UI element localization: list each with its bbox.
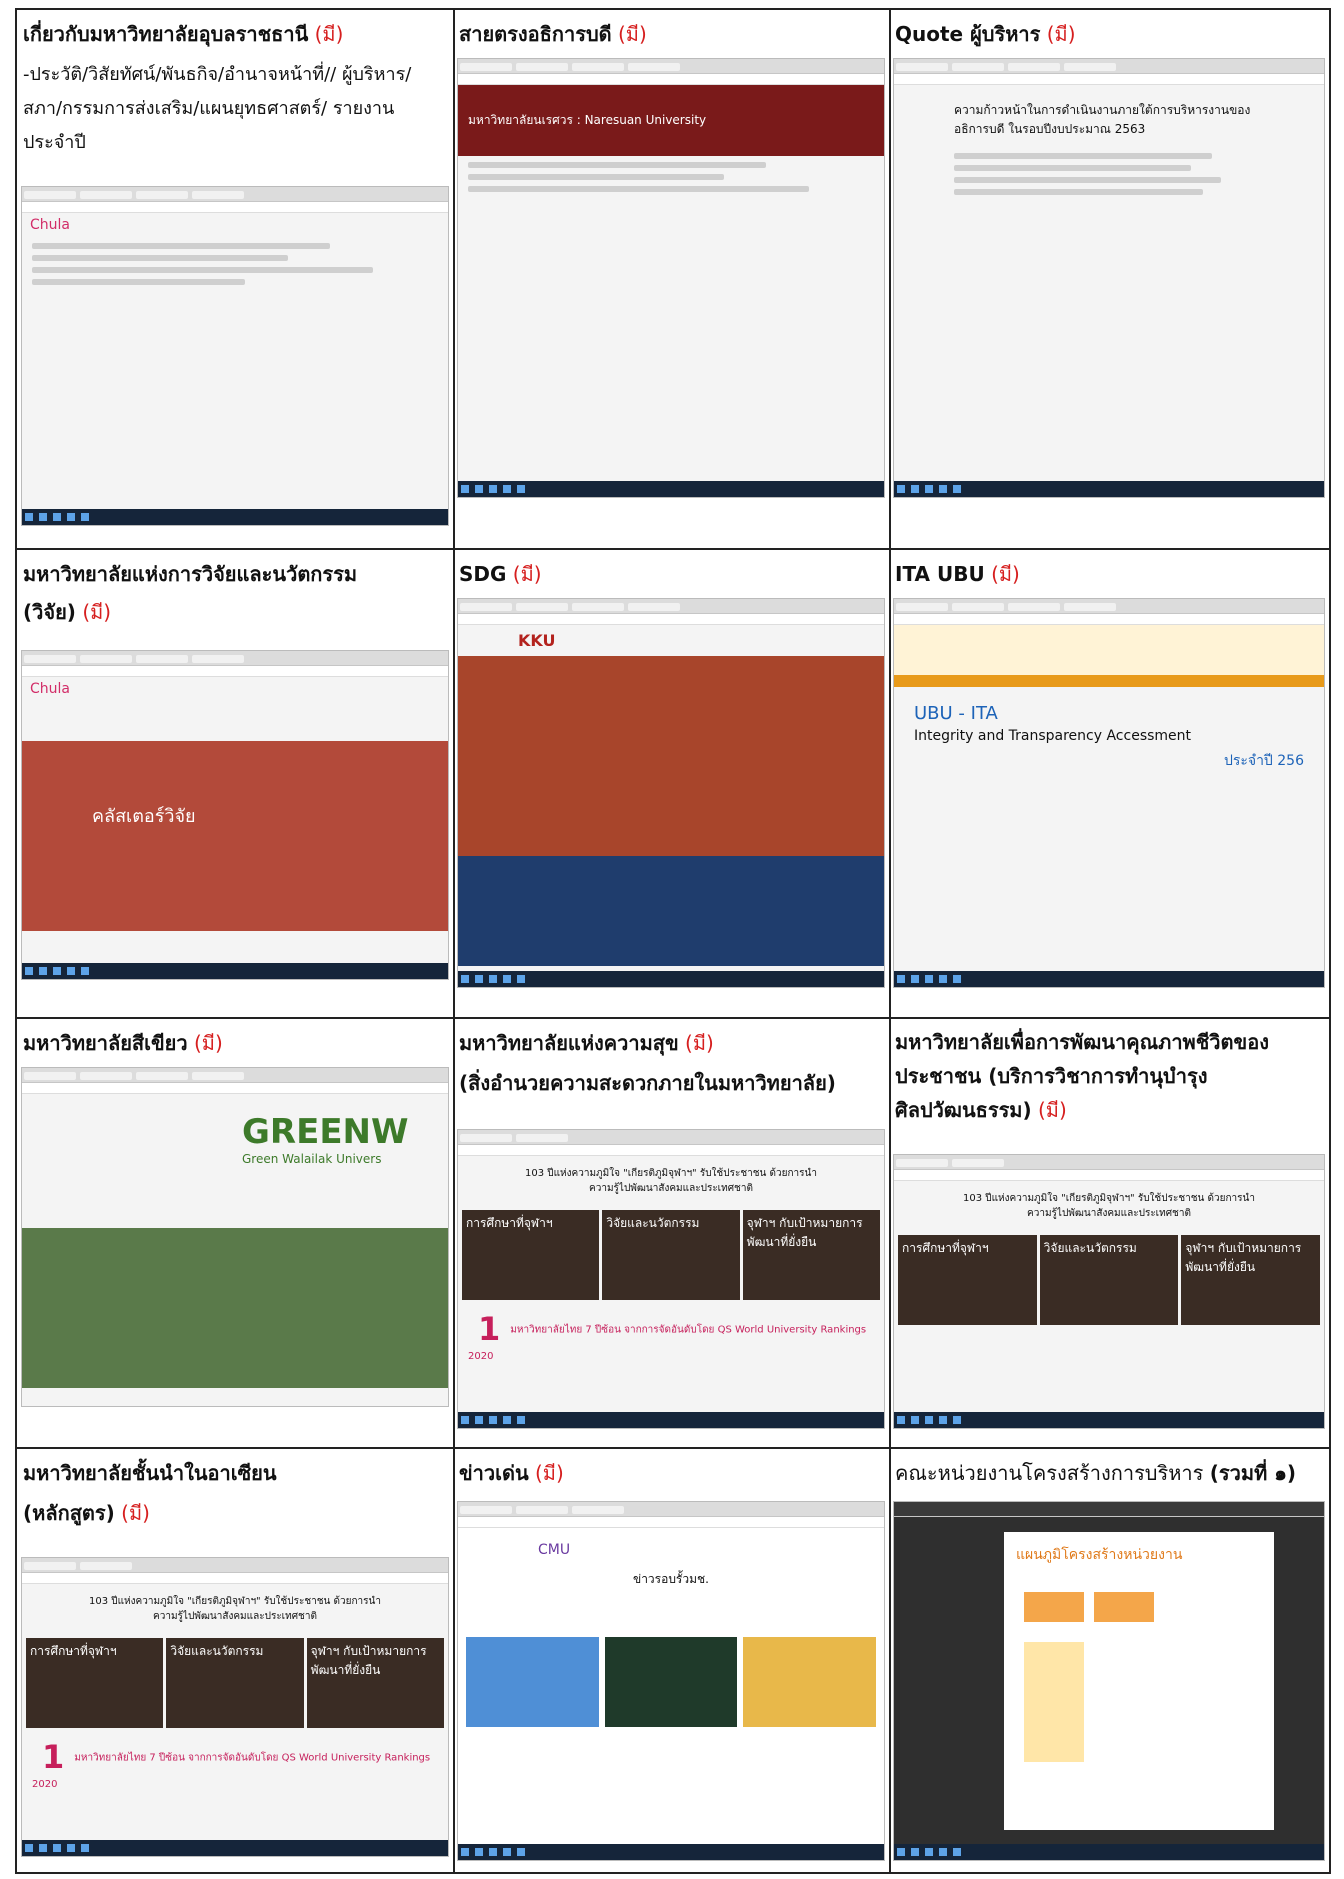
screenshot-walailak-green: GREENW Green Walailak Univers [21,1067,449,1407]
screenshot-ubu-ita: UBU - ITA Integrity and Transparency Acc… [893,598,1325,988]
ita-subtitle: Integrity and Transparency Accessment [914,728,1192,744]
green-subtitle: Green Walailak Univers [242,1152,382,1166]
screenshot-president-report: ความก้าวหน้าในการดำเนินงานภายใต้การบริหา… [893,58,1325,498]
thumb-label: วิจัยและนวัตกรรม [602,1210,740,1300]
cell-quality-of-life: มหาวิทยาลัยเพื่อการพัฒนาคุณภาพชีวิตของ ป… [889,1019,1329,1447]
cell-tag: (มี) [121,1501,150,1525]
cell-title: คณะหน่วยงานโครงสร้างการบริหาร [895,1461,1204,1485]
taskbar [894,1412,1324,1428]
cell-tag: (มี) [1038,1098,1067,1122]
thumb-label: จุฬาฯ กับเป้าหมายการพัฒนาที่ยั่งยืน [742,1210,880,1300]
cell-president-hotline: สายตรงอธิการบดี (มี) มหาวิทยาลัยนเรศวร :… [453,10,889,548]
cell-green-university: มหาวิทยาลัยสีเขียว (มี) GREENW Green Wal… [17,1019,453,1447]
cell-title: มหาวิทยาลัยเพื่อการพัฒนาคุณภาพชีวิตของ [895,1030,1269,1054]
org-chart-title: แผนภูมิโครงสร้างหน่วยงาน [1016,1547,1183,1563]
cell-title-line2: (วิจัย) [23,600,76,624]
taskbar [894,1844,1324,1860]
cell-title: มหาวิทยาลัยชั้นนำในอาเซียน [23,1461,277,1485]
cmu-news-title: ข่าวรอบรั้วมช. [632,1572,709,1586]
taskbar [22,509,448,525]
screenshot-naresuan: มหาวิทยาลัยนเรศวร : Naresuan University [457,58,885,498]
screenshot-org-chart-pdf: แผนภูมิโครงสร้างหน่วยงาน [893,1501,1325,1861]
cell-leading-asean: มหาวิทยาลัยชั้นนำในอาเซียน (หลักสูตร) (ม… [17,1449,453,1872]
cell-title: ข่าวเด่น [459,1461,529,1485]
cell-title: มหาวิทยาลัยแห่งการวิจัยและนวัตกรรม [23,562,358,586]
cell-title: SDG [459,562,507,586]
rank-number: 1 [42,1738,65,1776]
screenshot-cmu-news: CMU ข่าวรอบรั้วมช. [457,1501,885,1861]
cmu-logo: CMU [538,1542,571,1558]
thumb-label: การศึกษาที่จุฬาฯ [898,1235,1037,1325]
kku-logo: KKU [518,631,556,650]
catalog-grid: เกี่ยวกับมหาวิทยาลัยอุบลราชธานี (มี) -ปร… [15,8,1331,1874]
taskbar [458,481,884,497]
cell-tag: (มี) [991,562,1020,586]
cell-tag: (รวมที่ ๑) [1209,1461,1297,1485]
rank-text: มหาวิทยาลัยไทย 7 ปีซ้อน จากการจัดอันดับโ… [468,1324,867,1363]
cell-title-line2: (สิ่งอำนวยความสะดวกภายในมหาวิทยาลัย) [459,1071,836,1095]
rank-number: 1 [478,1310,501,1348]
taskbar [458,1844,884,1860]
cell-headline-news: ข่าวเด่น (มี) CMU ข่าวรอบรั้วมช. [453,1449,889,1872]
thumb-label: การศึกษาที่จุฬาฯ [462,1210,600,1300]
screenshot-chula-home: 103 ปีแห่งความภูมิใจ "เกียรติภูมิจุฬาฯ" … [21,1557,449,1857]
cell-about-university: เกี่ยวกับมหาวิทยาลัยอุบลราชธานี (มี) -ปร… [17,10,453,548]
ita-title: UBU - ITA [914,703,998,724]
site-brand: Chula [30,217,70,233]
cell-executive-quote: Quote ผู้บริหาร (มี) ความก้าวหน้าในการดำ… [889,10,1329,548]
cell-title-line2: ประชาชน (บริการวิชาการทำนุบำรุง [895,1064,1208,1088]
report-heading: ความก้าวหน้าในการดำเนินงานภายใต้การบริหา… [954,103,1251,136]
screenshot-chula-menu: Chula [21,186,449,526]
cell-admin-structure: คณะหน่วยงานโครงสร้างการบริหาร (รวมที่ ๑)… [889,1449,1329,1872]
thumb-label: วิจัยและนวัตกรรม [166,1638,304,1728]
taskbar [894,481,1324,497]
cell-happy-university: มหาวิทยาลัยแห่งความสุข (มี) (สิ่งอำนวยคว… [453,1019,889,1447]
banner-text: 103 ปีแห่งความภูมิใจ "เกียรติภูมิจุฬาฯ" … [963,1193,1255,1219]
taskbar [458,971,884,987]
site-header: มหาวิทยาลัยนเรศวร : Naresuan University [458,85,884,156]
taskbar [458,1412,884,1428]
taskbar [894,971,1324,987]
screenshot-chula-home: 103 ปีแห่งความภูมิใจ "เกียรติภูมิจุฬาฯ" … [457,1129,885,1429]
cell-sdg: SDG (มี) KKU [453,550,889,1017]
screenshot-chula-research: Chula คลัสเตอร์วิจัย [21,650,449,980]
thumb-label: จุฬาฯ กับเป้าหมายการพัฒนาที่ยั่งยืน [1181,1235,1321,1325]
cell-tag: (มี) [618,22,647,46]
banner-text: 103 ปีแห่งความภูมิใจ "เกียรติภูมิจุฬาฯ" … [89,1596,381,1622]
thumb-label: การศึกษาที่จุฬาฯ [26,1638,164,1728]
cell-tag: (มี) [1046,22,1076,46]
cell-title-line2: (หลักสูตร) [23,1501,115,1525]
thumb-label: จุฬาฯ กับเป้าหมายการพัฒนาที่ยั่งยืน [306,1638,444,1728]
cell-ita-ubu: ITA UBU (มี) UBU - ITA Integrity and Tra… [889,550,1329,1017]
cell-tag: (มี) [535,1461,564,1485]
cell-tag: (มี) [82,600,112,624]
thumb-label: วิจัยและนวัตกรรม [1039,1235,1179,1325]
cell-tag: (มี) [314,22,344,46]
cell-description: -ประวัติ/วิสัยทัศน์/พันธกิจ/อำนาจหน้าที่… [23,64,412,153]
cell-tag: (มี) [193,1031,223,1055]
green-logo: GREENW [242,1112,409,1152]
cell-title: Quote ผู้บริหาร [895,22,1041,46]
cell-title: มหาวิทยาลัยสีเขียว [23,1031,188,1055]
banner-text: 103 ปีแห่งความภูมิใจ "เกียรติภูมิจุฬาฯ" … [525,1168,817,1194]
screenshot-chula-home: 103 ปีแห่งความภูมิใจ "เกียรติภูมิจุฬาฯ" … [893,1154,1325,1429]
cell-title: สายตรงอธิการบดี [459,22,612,46]
screenshot-kku: KKU [457,598,885,988]
cell-tag: (มี) [685,1031,714,1055]
research-banner: คลัสเตอร์วิจัย [22,741,448,931]
cell-title: ITA UBU [895,562,985,586]
cell-title: เกี่ยวกับมหาวิทยาลัยอุบลราชธานี [23,22,309,46]
cell-title-line3: ศิลปวัฒนธรรม) [895,1098,1032,1122]
ita-year: ประจำปี 256 [1223,753,1304,769]
rank-text: มหาวิทยาลัยไทย 7 ปีซ้อน จากการจัดอันดับโ… [32,1752,431,1791]
cell-title: มหาวิทยาลัยแห่งความสุข [459,1031,679,1055]
taskbar [22,1840,448,1856]
cell-tag: (มี) [512,562,542,586]
taskbar [22,963,448,979]
cell-research-university: มหาวิทยาลัยแห่งการวิจัยและนวัตกรรม (วิจั… [17,550,453,1017]
